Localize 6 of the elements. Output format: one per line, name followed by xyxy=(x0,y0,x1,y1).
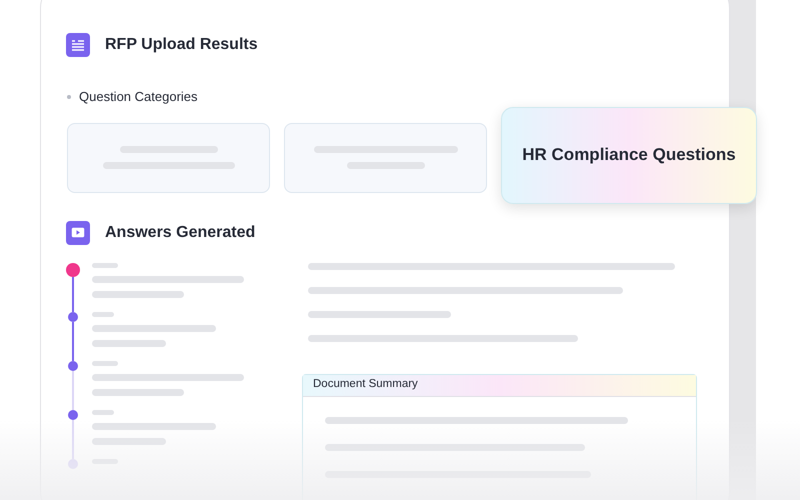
category-card[interactable]: HR Compliance Questions xyxy=(501,106,757,204)
category-title: HR Compliance Questions xyxy=(522,144,736,166)
section-title: RFP Upload Results xyxy=(105,35,258,55)
section-title: Answers Generated xyxy=(105,222,256,242)
subsection-label: Question Categories xyxy=(79,88,198,106)
summary-title: Document Summary xyxy=(313,377,418,392)
